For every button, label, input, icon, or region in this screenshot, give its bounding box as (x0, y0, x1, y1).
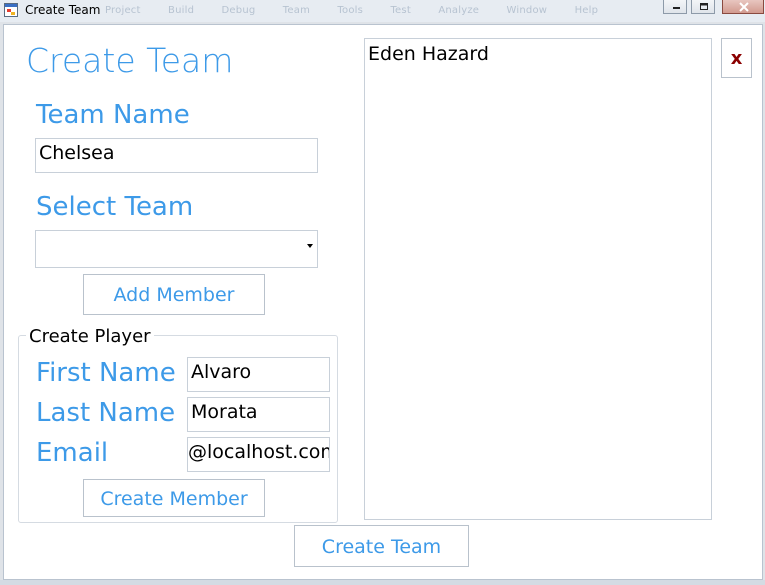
first-name-input[interactable]: Alvaro (187, 357, 330, 392)
background-menu-item: Team (282, 5, 311, 16)
background-menu-item: Build (168, 5, 195, 16)
last-name-label: Last Name (36, 398, 176, 428)
create-player-group-label: Create Player (26, 326, 154, 347)
page-title: Create Team (26, 41, 234, 80)
restore-icon (700, 3, 708, 10)
create-member-button[interactable]: Create Member (83, 479, 265, 517)
add-member-button[interactable]: Add Member (83, 274, 265, 315)
create-player-group: Create Player First Name Alvaro Last Nam… (18, 326, 338, 523)
close-icon (739, 2, 749, 12)
window-close-button[interactable] (722, 0, 764, 14)
list-item[interactable]: Eden Hazard (365, 39, 711, 65)
create-team-button[interactable]: Create Team (294, 525, 469, 567)
minimize-icon (673, 7, 680, 9)
minimize-button[interactable] (663, 0, 687, 14)
maximize-button[interactable] (691, 0, 715, 14)
first-name-label: First Name (36, 358, 176, 388)
email-input[interactable]: @localhost.com (187, 437, 330, 472)
select-team-dropdown[interactable] (35, 230, 318, 268)
background-strip (0, 580, 765, 585)
select-team-label: Select Team (36, 192, 194, 222)
background-menu-item: Test (390, 5, 411, 16)
background-menu-item: Help (574, 5, 599, 16)
form-client-area: Create Team Team Name Chelsea Select Tea… (3, 24, 763, 580)
chevron-down-icon (307, 244, 313, 248)
background-menu-bar: Project Build Debug Team Tools Test Anal… (105, 5, 622, 16)
members-list[interactable]: Eden Hazard (364, 38, 712, 520)
close-form-button[interactable]: x (721, 38, 752, 78)
team-name-label: Team Name (36, 100, 190, 130)
background-menu-item: Debug (221, 5, 256, 16)
email-label: Email (36, 438, 109, 468)
app-form-icon (4, 3, 18, 17)
last-name-input[interactable]: Morata (187, 397, 330, 432)
background-menu-item: Window (506, 5, 548, 16)
team-name-input[interactable]: Chelsea (35, 138, 318, 173)
background-menu-item: Project (105, 5, 141, 16)
background-menu-item: Tools (337, 5, 364, 16)
background-menu-item: Analyze (438, 5, 480, 16)
title-bar: Create Team Project Build Debug Team Too… (0, 0, 765, 22)
window-title: Create Team (25, 3, 101, 17)
